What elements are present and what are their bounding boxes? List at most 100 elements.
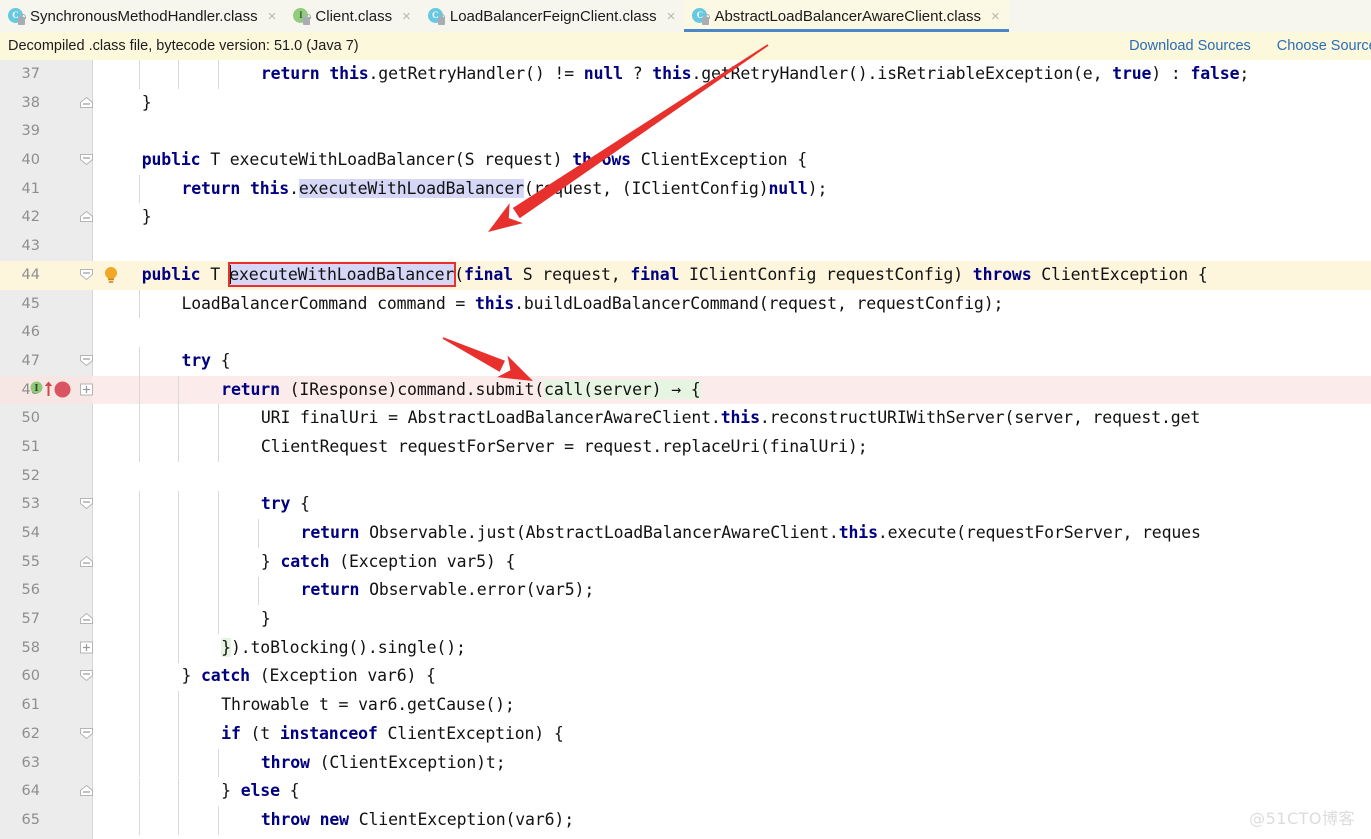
line-number: 44 <box>21 266 40 283</box>
code-text[interactable]: return this.getRetryHandler() != null ? … <box>261 60 1249 89</box>
code-text[interactable]: ClientRequest requestForServer = request… <box>261 433 868 462</box>
notification-link-download-sources[interactable]: Download Sources <box>1129 38 1251 54</box>
code-text[interactable]: throw (ClientException)t; <box>261 749 506 778</box>
breakpoint-icon[interactable] <box>54 381 71 403</box>
code-line[interactable]: 41 return this.executeWithLoadBalancer(re… <box>0 175 1371 204</box>
code-token: null <box>583 64 623 83</box>
run-method-icon[interactable]: I <box>30 381 43 399</box>
code-token: ; <box>1239 64 1250 83</box>
code-line[interactable]: 62 if (t instanceof ClientException) { <box>0 720 1371 749</box>
code-line[interactable]: 60} catch (Exception var6) { <box>0 662 1371 691</box>
intention-bulb-icon[interactable] <box>103 266 119 289</box>
code-text[interactable]: if (t instanceof ClientException) { <box>221 720 564 749</box>
notification-link-choose-sources[interactable]: Choose Sources <box>1277 38 1371 54</box>
code-text[interactable]: } else { <box>221 777 299 806</box>
code-text[interactable]: } <box>142 203 152 232</box>
fold-start-icon[interactable] <box>79 268 94 281</box>
code-line[interactable]: 63 throw (ClientException)t; <box>0 749 1371 778</box>
line-number: 55 <box>21 553 40 570</box>
code-token: if <box>221 723 241 743</box>
editor-tab-1[interactable]: I Client.class × <box>285 0 420 32</box>
code-text[interactable]: LoadBalancerCommand command = this.build… <box>181 290 1003 319</box>
code-line[interactable]: 51 ClientRequest requestForServer = reque… <box>0 433 1371 462</box>
editor-tab-0[interactable]: C SynchronousMethodHandler.class × <box>0 0 286 32</box>
code-line[interactable]: 65 throw new ClientException(var6); <box>0 806 1371 835</box>
code-line[interactable]: 38} <box>0 89 1371 118</box>
code-text[interactable]: Throwable t = var6.getCause(); <box>221 691 515 720</box>
code-token: return <box>300 523 360 542</box>
code-token: try <box>181 350 211 370</box>
code-token: { <box>290 494 310 514</box>
code-text[interactable]: } <box>261 605 271 634</box>
editor-tab-3[interactable]: C AbstractLoadBalancerAwareClient.class × <box>684 0 1010 32</box>
line-number: 40 <box>21 152 40 169</box>
code-token: T executeWithLoadBalancer(S request) <box>200 150 573 170</box>
fold-start-icon[interactable] <box>79 669 94 682</box>
close-icon[interactable]: × <box>399 9 414 24</box>
code-line[interactable]: 46 <box>0 318 1371 347</box>
code-editor[interactable]: 37 return this.getRetryHandler() != null … <box>0 60 1371 839</box>
code-line[interactable]: 64} else { <box>0 777 1371 806</box>
code-line[interactable]: 47 try { <box>0 347 1371 376</box>
code-line[interactable]: 44 public T executeWithLoadBalancer(final… <box>0 260 1371 290</box>
fold-end-icon[interactable] <box>79 555 94 568</box>
code-text[interactable]: public T executeWithLoadBalancer(S reque… <box>142 146 807 175</box>
code-token: (Exception var6) { <box>249 666 436 686</box>
code-line[interactable]: 40 public T executeWithLoadBalancer(S req… <box>0 146 1371 175</box>
close-icon[interactable]: × <box>265 9 280 24</box>
fold-end-icon[interactable] <box>79 96 94 109</box>
code-text[interactable]: try { <box>181 347 230 376</box>
code-text[interactable]: return Observable.just(AbstractLoadBalan… <box>301 519 1201 548</box>
code-token: executeWithLoadBalancer <box>298 178 524 198</box>
fold-start-icon[interactable] <box>79 354 94 367</box>
code-text[interactable]: }).toBlocking().single(); <box>221 634 466 663</box>
fold-collapsed-icon[interactable] <box>79 641 94 654</box>
code-text[interactable]: } <box>142 89 152 118</box>
code-text[interactable]: throw new ClientException(var6); <box>261 806 574 835</box>
code-token: (ClientException)t; <box>309 752 506 772</box>
fold-start-icon[interactable] <box>79 153 94 166</box>
code-line[interactable]: 55 } catch (Exception var5) { <box>0 548 1371 577</box>
fold-start-icon[interactable] <box>79 497 94 510</box>
code-line[interactable]: 39 <box>0 117 1371 146</box>
fold-start-icon[interactable] <box>79 727 94 740</box>
code-line[interactable]: 61 Throwable t = var6.getCause(); <box>0 691 1371 720</box>
code-line[interactable]: 48 Ireturn (IResponse)command.submit(call… <box>0 375 1371 405</box>
code-text[interactable]: public T executeWithLoadBalancer(final S… <box>142 261 1208 290</box>
code-line[interactable]: 52 <box>0 462 1371 491</box>
fold-end-icon[interactable] <box>79 210 94 223</box>
line-number: 41 <box>21 180 40 197</box>
code-line[interactable]: 50 URI finalUri = AbstractLoadBalancerAwa… <box>0 404 1371 433</box>
code-line[interactable]: 57} <box>0 605 1371 634</box>
code-line[interactable]: 54 return Observable.just(AbstractLoadBal… <box>0 519 1371 548</box>
code-line[interactable]: 43 <box>0 232 1371 261</box>
close-icon[interactable]: × <box>988 9 1003 24</box>
code-token: public <box>141 264 201 284</box>
code-text[interactable]: return Observable.error(var5); <box>301 576 595 605</box>
code-text[interactable]: return (IResponse)command.submit(call(se… <box>221 376 701 405</box>
code-text[interactable]: try { <box>261 490 310 519</box>
code-line[interactable]: 53 try { <box>0 490 1371 519</box>
code-token: false <box>1190 64 1240 83</box>
code-token: Observable.error(var5); <box>359 580 595 600</box>
editor-tab-2[interactable]: C LoadBalancerFeignClient.class × <box>419 0 685 32</box>
implemented-arrow-icon[interactable] <box>44 381 53 402</box>
fold-end-icon[interactable] <box>79 784 94 797</box>
code-text[interactable]: } catch (Exception var6) { <box>181 662 436 691</box>
close-icon[interactable]: × <box>664 9 679 24</box>
line-number: 47 <box>21 352 40 369</box>
code-text[interactable]: URI finalUri = AbstractLoadBalancerAware… <box>261 404 1200 433</box>
code-line[interactable]: 56 return Observable.error(var5); <box>0 576 1371 605</box>
code-text[interactable]: } catch (Exception var5) { <box>261 548 516 577</box>
code-line[interactable]: 45 LoadBalancerCommand command = this.bui… <box>0 290 1371 319</box>
code-line[interactable]: 42} <box>0 203 1371 232</box>
fold-end-icon[interactable] <box>79 612 94 625</box>
code-text[interactable]: return this.executeWithLoadBalancer(requ… <box>181 175 827 204</box>
fold-collapsed-icon[interactable] <box>79 383 94 396</box>
code-token: ClientException { <box>1031 264 1208 284</box>
code-line[interactable]: 37 return this.getRetryHandler() != null … <box>0 60 1371 89</box>
code-line[interactable]: 58}).toBlocking().single(); <box>0 634 1371 663</box>
java-interface-icon: I <box>293 7 311 25</box>
